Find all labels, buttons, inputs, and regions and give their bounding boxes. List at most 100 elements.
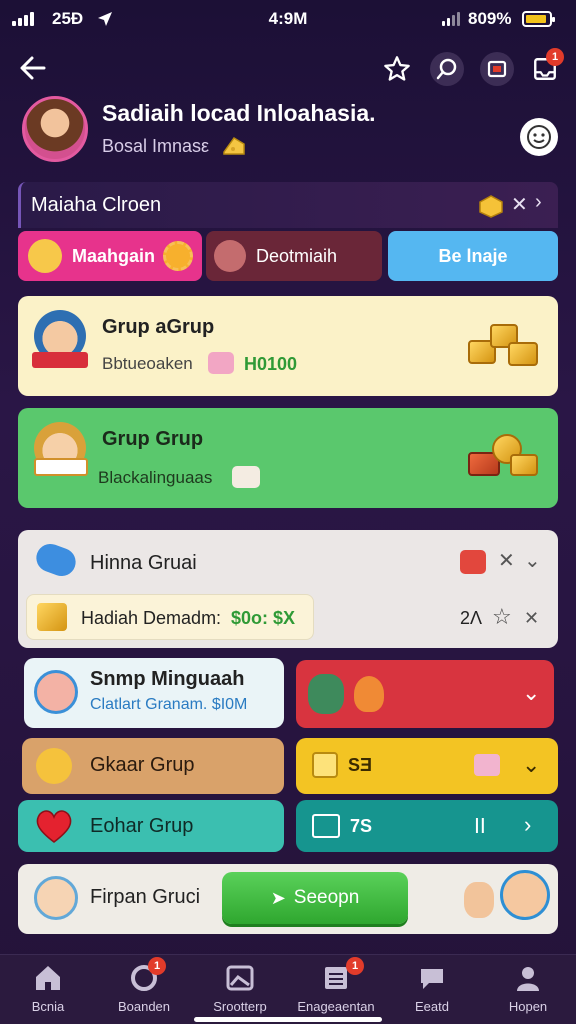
pencil-icon: ➤ [270, 887, 286, 908]
chat-icon [421, 969, 443, 989]
bottom-nav: Bcnia 1 Boanden Srootterp 1 Enageaentan … [0, 954, 576, 1024]
treasure-icon [468, 432, 540, 482]
star-icon[interactable]: ☆ [492, 604, 512, 630]
close-icon[interactable]: ✕ [511, 192, 528, 217]
tab-label: Maahgain [72, 245, 156, 266]
chevron-right-icon[interactable]: › [535, 191, 542, 214]
carrot-icon [354, 676, 384, 712]
tab-maahgain[interactable]: Maahgain [18, 231, 202, 281]
status-bar: 25Ɖ 4:9M 809% [0, 0, 576, 38]
chevron-down-icon[interactable]: ⌄ [522, 752, 540, 778]
search-icon [436, 58, 457, 80]
nav-label: Hopen [508, 999, 548, 1014]
tile-red[interactable]: ⌄ [296, 660, 554, 728]
tile-eohar[interactable]: Eohar Grup [18, 800, 284, 852]
group-amount: H0100 [244, 354, 298, 374]
gold-icon [37, 603, 67, 631]
tab-label: Be lnaje [438, 245, 508, 266]
card-title: Firpan Gruci [90, 886, 201, 908]
group-title: Grup Grup [102, 428, 204, 450]
group-subtitle: Bbtueoaken [102, 354, 193, 373]
bottom-card: Firpan Gruci ➤ Seeopn [18, 864, 558, 934]
inbox-button[interactable]: 1 [528, 48, 564, 86]
tile-teal[interactable]: 7S ⅠⅠ › [296, 800, 558, 852]
star-button[interactable] [380, 52, 414, 86]
tab-be-lnaje[interactable]: Be lnaje [388, 231, 558, 281]
nav-label: Enageaentan [297, 999, 375, 1014]
nav-item-home[interactable]: Bcnia [0, 955, 96, 1024]
reward-value: $0o: $X [231, 608, 296, 628]
profile-avatar[interactable] [22, 96, 88, 162]
tile-gkaar[interactable]: Gkaar Grup [22, 738, 284, 794]
character-icon [464, 882, 494, 918]
home-icon [36, 966, 60, 990]
search-button[interactable] [430, 52, 464, 86]
tile-label: 7S [350, 816, 373, 836]
chevron-right-icon[interactable]: › [524, 812, 531, 838]
nav-label: Bcnia [31, 999, 65, 1014]
button-label: Seeopn [293, 887, 360, 908]
tab-deotmiaih[interactable]: Deotmiaih [206, 231, 382, 281]
close-icon[interactable]: ✕ [498, 548, 515, 573]
gift-icon [487, 60, 507, 78]
avatar [500, 870, 550, 920]
avatar [34, 876, 78, 920]
notification-badge: 1 [546, 48, 564, 66]
face-icon [214, 240, 246, 272]
candy-icon [232, 466, 260, 488]
search-button[interactable]: ➤ Seeopn [222, 872, 408, 924]
tile-title: Snmp Minguaah [90, 668, 245, 690]
ribbon-icon [32, 352, 88, 368]
candy-icon [208, 352, 234, 374]
pill-icon [32, 540, 80, 580]
group-panel: Hinna Gruai ✕ ⌄ Hadiah Demadm: $0o: $X 2… [18, 530, 558, 648]
tile-subtitle: Clatlart Granam. $I0M [90, 696, 248, 713]
gift-button[interactable] [480, 52, 514, 86]
battery-percent: 809% [468, 9, 512, 28]
nav-item-srootterp[interactable]: Srootterp [192, 955, 288, 1024]
reward-text: Hadiah Demadm: [81, 608, 222, 628]
nav-item-eeatd[interactable]: Eeatd [384, 955, 480, 1024]
smiley-icon [36, 748, 72, 784]
gold-bars-icon [468, 320, 540, 370]
panel-count: 2Ʌ [460, 608, 483, 628]
cheese-icon [223, 137, 245, 155]
close-icon[interactable]: ✕ [524, 608, 539, 629]
reward-chip[interactable]: Hadiah Demadm: $0o: $X [26, 594, 314, 640]
group-card[interactable]: Grup aGrup Bbtueoaken H0100 [18, 296, 558, 396]
page-title: Sadiaih locad Inloahasia. [102, 100, 376, 126]
tab-label: Deotmiaih [256, 245, 338, 266]
nav-badge: 1 [346, 957, 364, 975]
group-title: Grup aGrup [102, 316, 215, 338]
nav-label: Srootterp [213, 999, 267, 1014]
home-indicator [194, 1017, 382, 1022]
tile-title: Gkaar Grup [90, 754, 195, 776]
note-icon [312, 752, 338, 778]
tile-yellow[interactable]: ЅƎ ⌄ [296, 738, 558, 794]
chevron-down-icon[interactable]: ⌄ [524, 548, 541, 573]
emoji-button[interactable] [520, 118, 558, 156]
heart-icon [36, 810, 72, 843]
nav-item-hopen[interactable]: Hopen [480, 955, 576, 1024]
panel-title: Hinna Gruai [90, 552, 197, 574]
ribbon-icon [34, 458, 88, 476]
character-icon [308, 674, 344, 714]
page-subtitle: Bosal Imnasε [102, 136, 210, 156]
chevron-down-icon[interactable]: ⌄ [522, 680, 540, 706]
group-subtitle: Blackalinguaas [98, 468, 213, 487]
sun-icon [163, 241, 194, 271]
nav-label: Boanden [117, 999, 171, 1014]
section-title: Maiaha Clroen [31, 194, 162, 216]
back-arrow-icon[interactable] [18, 54, 48, 82]
book-icon [312, 814, 340, 838]
avatar [34, 670, 78, 714]
tile-label: ЅƎ [348, 755, 373, 775]
group-card[interactable]: Grup Grup Blackalinguaas [18, 408, 558, 508]
tile-snmp[interactable]: Snmp Minguaah Clatlart Granam. $I0M [24, 658, 284, 728]
bag-icon [460, 550, 486, 574]
tile-title: Eohar Grup [90, 815, 194, 837]
signal-icon [442, 12, 460, 26]
star-icon [384, 56, 410, 81]
nav-item-boanden[interactable]: 1 Boanden [96, 955, 192, 1024]
nav-item-enageaentan[interactable]: 1 Enageaentan [288, 955, 384, 1024]
